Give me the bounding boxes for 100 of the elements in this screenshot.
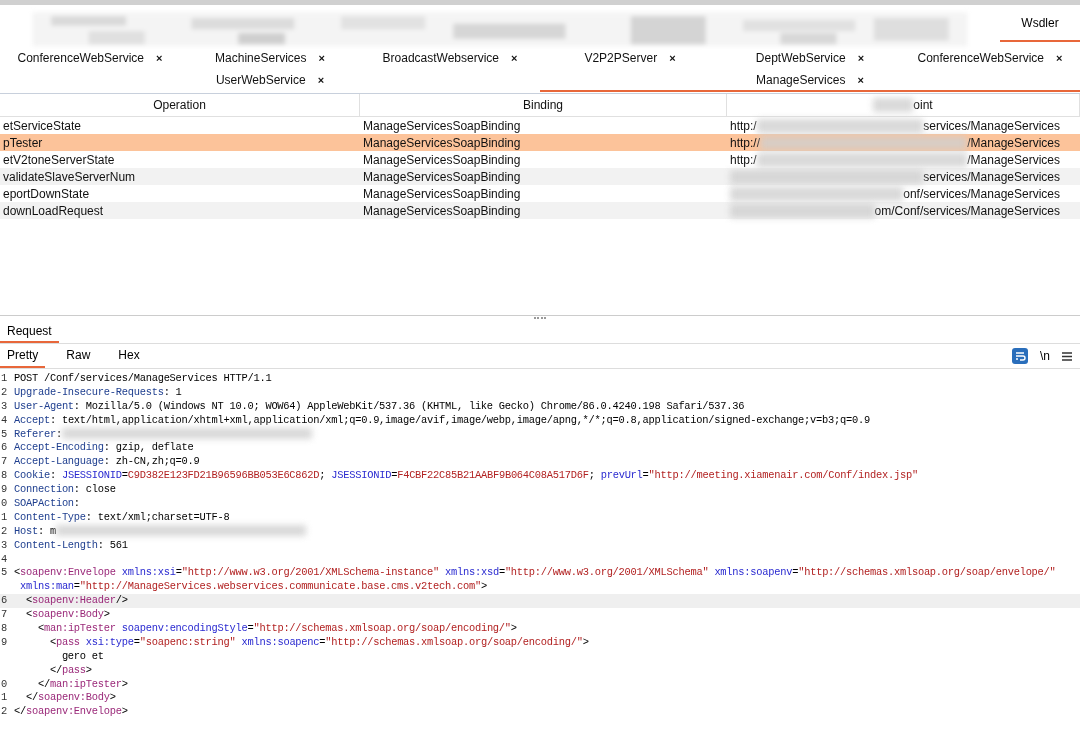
- tab-label: ManageServices: [756, 73, 846, 87]
- wrap-icon[interactable]: [1012, 348, 1028, 364]
- table-cell-text: etServiceState: [2, 118, 83, 133]
- table-cell-text: ManageServicesSoapBinding: [362, 152, 522, 167]
- code-line: SOAPAction:: [14, 497, 80, 511]
- service-tab[interactable]: BroadcastWebservice ×: [360, 48, 540, 70]
- code-line: <soapenv:Envelope xmlns:xsi="http://www.w3.org/2001/XMLSchema-instance" xmlns:xsd="http://www.w3.org/2001/XMLSchema" xmlns:soapenv="http://schemas.xmlsoap.org/soap/envelope/": [14, 566, 1056, 581]
- service-tab[interactable]: V2P2PServer ×: [540, 48, 720, 70]
- close-button[interactable]: ×: [857, 52, 865, 64]
- table-row[interactable]: eportDownState ManageServicesSoapBinding onf/services/ManageServices: [0, 185, 1080, 202]
- line-number: 9: [0, 635, 8, 650]
- line-number: 2: [0, 524, 8, 539]
- line-number: 3: [0, 399, 8, 414]
- splitter-grip[interactable]: [534, 316, 546, 321]
- code-line: <pass xsi:type="soapenc:string" xmlns:soapenc="http://schemas.xmlsoap.org/soap/encoding/">: [48, 635, 589, 650]
- table-cell-text: ManageServicesSoapBinding: [362, 203, 522, 218]
- code-line: </man:ipTester>: [36, 677, 128, 692]
- table-cell-text: pTester: [2, 135, 44, 150]
- line-number: 3: [0, 538, 8, 553]
- code-line: Accept-Encoding: gzip, deflate: [14, 441, 194, 456]
- table-cell-text: eportDownState: [2, 186, 91, 201]
- line-number: 6: [0, 594, 8, 609]
- service-tab[interactable]: MachineServices ×: [180, 48, 360, 70]
- line-number: 9: [0, 483, 8, 497]
- line-number: 6: [0, 441, 8, 456]
- redaction-blur: [873, 98, 914, 112]
- code-line: xmlns:man="http://ManageServices.webservices.communicate.base.cms.v2tech.com">: [19, 580, 487, 595]
- code-line: Accept-Language: zh-CN,zh;q=0.9: [14, 455, 200, 470]
- code-line: Content-Length: 561: [14, 538, 128, 553]
- code-line: Upgrade-Insecure-Requests: 1: [14, 385, 182, 400]
- service-tab[interactable]: ConferenceWebService ×: [900, 48, 1080, 70]
- code-line: Cookie: JSESSIONID=C9D382E123FD21B96596BB053E6C862D; JSESSIONID=F4CBF22C85B21AABF9B064C08A517D6F; prevUrl="http://meeting.xiamenair.com/Conf/index.jsp": [14, 469, 918, 484]
- line-number: 2: [0, 705, 8, 720]
- close-button[interactable]: ×: [511, 52, 518, 64]
- table-row[interactable]: downLoadRequest ManageServicesSoapBinding om/Conf/services/ManageServices: [0, 202, 1080, 219]
- table-cell: om/Conf/services/ManageServices: [874, 203, 1060, 218]
- code-line: User-Agent: Mozilla/5.0 (Windows NT 10.0; WOW64) AppleWebKit/537.36 (KHTML, like Gecko) Chrome/86.0.4240.198 Safari/537.36: [14, 399, 745, 414]
- code-line: <soapenv:Body>: [24, 608, 110, 623]
- table-row[interactable]: pTester ManageServicesSoapBinding http:// /ManageServices: [0, 134, 1080, 151]
- code-line: <man:ipTester soapenv:encodingStyle="http://schemas.xmlsoap.org/soap/encoding/">: [36, 622, 517, 636]
- table-cell: services/ManageServices: [923, 169, 1060, 184]
- table-cell-text: ManageServicesSoapBinding: [362, 186, 522, 201]
- table-cell: http:/: [730, 118, 757, 133]
- service-tab[interactable]: UserWebService ×: [0, 70, 540, 92]
- table-row[interactable]: validateSlaveServerNum ManageServicesSoapBinding services/ManageServices: [0, 168, 1080, 185]
- request-tab[interactable]: Request: [0, 321, 59, 343]
- tab-label: V2P2PServer: [584, 51, 658, 65]
- code-line: POST /Conf/services/ManageServices HTTP/1.1: [14, 372, 272, 386]
- line-number: 1: [0, 691, 8, 706]
- code-line: </soapenv:Body>: [24, 691, 116, 706]
- line-number: 0: [0, 497, 8, 511]
- tab-label: DeptWebService: [755, 51, 846, 65]
- view-tab[interactable]: Raw: [59, 344, 98, 368]
- table-cell: http:/: [730, 152, 757, 167]
- close-button[interactable]: ×: [318, 52, 325, 64]
- close-button[interactable]: ×: [1056, 52, 1063, 64]
- tab-label: BroadcastWebservice: [382, 51, 500, 65]
- code-line: Content-Type: text/xml;charset=UTF-8: [14, 510, 230, 525]
- close-button[interactable]: ×: [857, 74, 864, 86]
- column-header[interactable]: Operation: [0, 94, 360, 116]
- close-button[interactable]: ×: [317, 74, 325, 86]
- table-cell: /ManageServices: [967, 135, 1060, 150]
- newline-toggle[interactable]: \n: [1036, 349, 1054, 363]
- table-cell-text: ManageServicesSoapBinding: [362, 135, 522, 150]
- line-number: 1: [0, 510, 8, 525]
- table-row[interactable]: etV2toneServerState ManageServicesSoapBinding http:/ /ManageServices: [0, 151, 1080, 168]
- tab-label: ConferenceWebService: [17, 51, 145, 65]
- service-tab[interactable]: ManageServices ×: [540, 70, 1080, 92]
- line-number: 5: [0, 566, 8, 581]
- code-line: Host: m: [14, 524, 56, 539]
- line-number: 4: [0, 552, 8, 567]
- line-number: 1: [0, 372, 8, 386]
- line-number: 2: [0, 385, 8, 400]
- tab-label: ConferenceWebService: [917, 51, 1045, 65]
- table-row[interactable]: etServiceState ManageServicesSoapBinding http:/ services/ManageServices: [0, 117, 1080, 134]
- line-number: 5: [0, 427, 8, 442]
- line-number: 7: [0, 455, 8, 470]
- line-number: 8: [0, 469, 8, 484]
- code-line: Accept: text/html,application/xhtml+xml,application/xml;q=0.9,image/avif,image/webp,image/apng,*/*;q=0.8,application/signed-exchange;v=b3;q=0.9: [14, 413, 870, 428]
- tab-label: UserWebService: [215, 73, 306, 87]
- table-cell-text: ManageServicesSoapBinding: [362, 118, 522, 133]
- code-line: </soapenv:Envelope>: [14, 705, 128, 720]
- view-tab[interactable]: Hex: [111, 344, 147, 368]
- menu-icon[interactable]: [1062, 351, 1072, 361]
- tab-label: MachineServices: [215, 51, 307, 65]
- service-tab[interactable]: ConferenceWebService ×: [0, 48, 180, 70]
- table-cell: /ManageServices: [967, 152, 1060, 167]
- table-cell-text: ManageServicesSoapBinding: [362, 169, 522, 184]
- code-line: </pass>: [48, 663, 92, 678]
- line-number: 8: [0, 622, 8, 636]
- line-number: 7: [0, 608, 8, 623]
- table-cell-text: validateSlaveServerNum: [2, 169, 137, 184]
- view-tab[interactable]: Pretty: [0, 344, 46, 368]
- column-header[interactable]: oint: [727, 94, 1080, 116]
- line-number: 4: [0, 413, 8, 428]
- code-line: Referer:: [14, 427, 62, 442]
- column-header[interactable]: Binding: [360, 94, 727, 116]
- close-button[interactable]: ×: [156, 52, 163, 64]
- service-tab[interactable]: DeptWebService ×: [720, 48, 900, 70]
- close-button[interactable]: ×: [669, 52, 676, 64]
